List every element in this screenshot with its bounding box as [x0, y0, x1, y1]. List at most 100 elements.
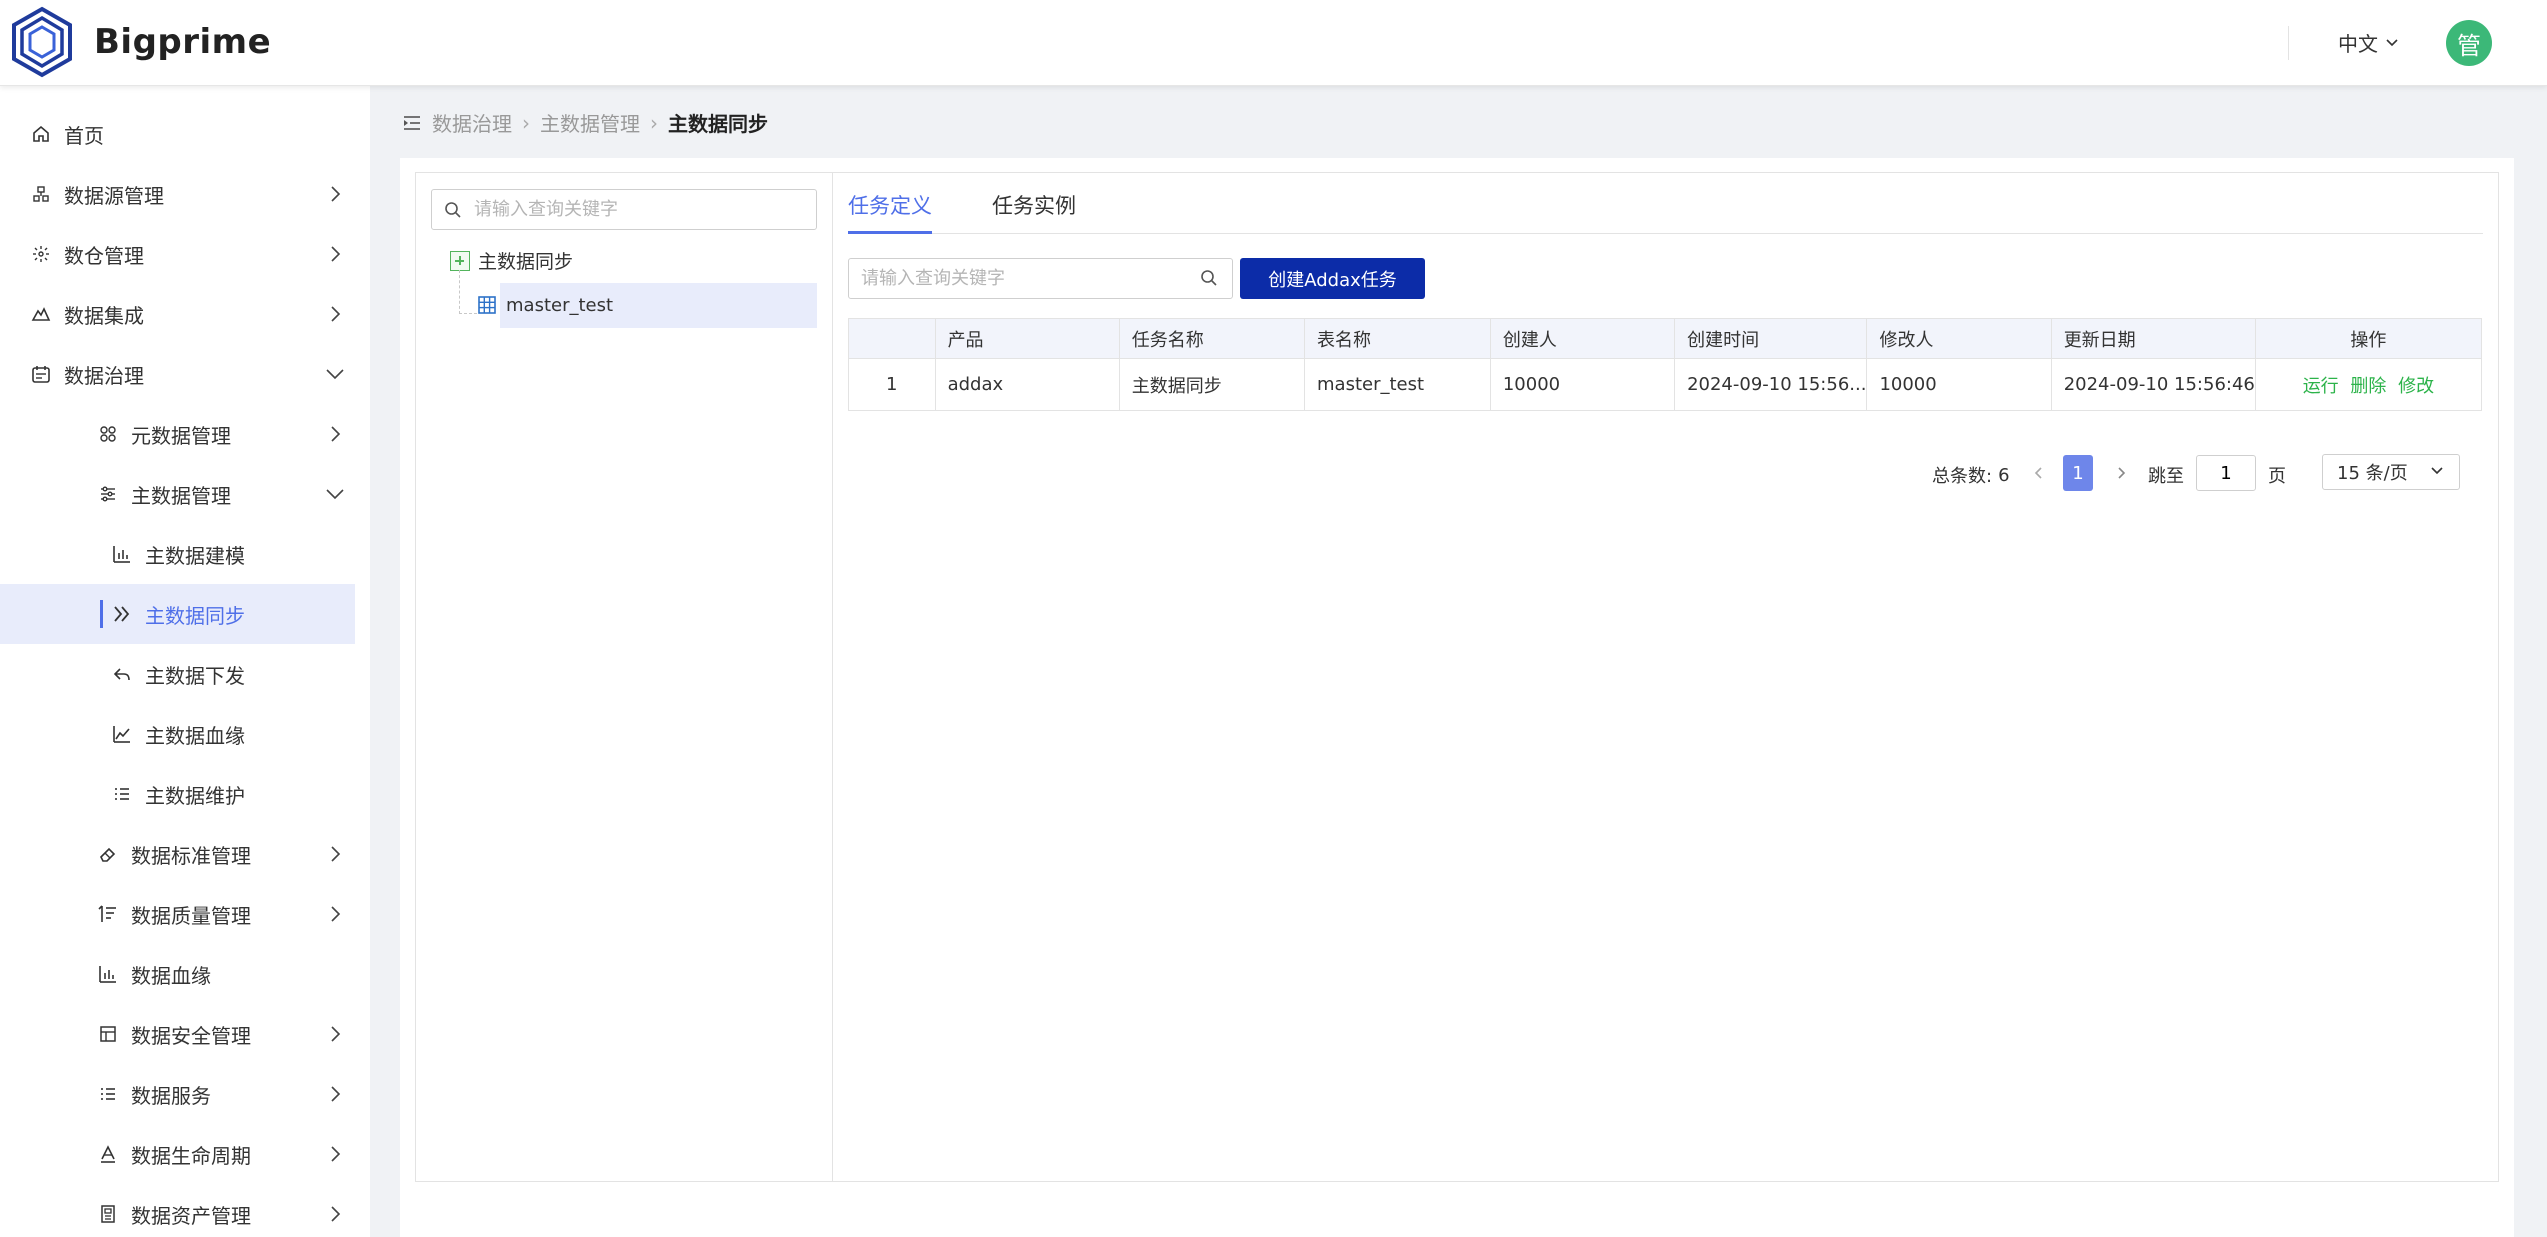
sidebar-item[interactable]: 数据生命周期	[0, 1124, 355, 1184]
tree-search-box	[431, 189, 817, 230]
task-search-box	[848, 258, 1233, 299]
avatar[interactable]: 管	[2446, 20, 2492, 66]
sidebar-item-label: 数据质量管理	[131, 903, 251, 928]
metadata-icon	[97, 423, 119, 445]
sidebar-item-label: 数据治理	[64, 363, 144, 388]
language-switch[interactable]: 中文	[2338, 28, 2400, 57]
asset-icon	[97, 1203, 119, 1225]
chevron-down-icon[interactable]	[323, 362, 347, 386]
sidebar-item-label: 数据血缘	[131, 963, 211, 988]
sidebar-item-label: 主数据管理	[131, 483, 231, 508]
sidebar-item[interactable]: 数据集成	[0, 284, 355, 344]
breadcrumb-separator-icon: ›	[522, 110, 530, 135]
sidebar-item[interactable]: 数据治理	[0, 344, 355, 404]
breadcrumb-item-master-data[interactable]: 主数据管理	[540, 108, 640, 137]
chevron-right-icon[interactable]	[323, 242, 347, 266]
list-icon	[111, 783, 133, 805]
tree-node-root[interactable]: 主数据同步	[450, 247, 573, 274]
sidebar-item[interactable]: 数据血缘	[0, 944, 355, 1004]
reply-icon	[111, 663, 133, 685]
column-header-task-name: 任务名称	[1118, 318, 1306, 359]
sidebar-item-label: 数据标准管理	[131, 843, 251, 868]
chevron-right-icon[interactable]	[323, 1022, 347, 1046]
sidebar-item-label: 数据生命周期	[131, 1143, 251, 1168]
tree-expand-icon[interactable]	[450, 250, 470, 271]
sidebar-item[interactable]: 数据资产管理	[0, 1184, 355, 1237]
sidebar-item-label: 主数据同步	[145, 603, 245, 628]
sidebar-item[interactable]: 数据源管理	[0, 164, 355, 224]
tree-search-input[interactable]	[474, 199, 794, 220]
governance-icon	[30, 363, 52, 385]
tree-node-root-label: 主数据同步	[478, 251, 574, 273]
sidebar-item[interactable]: 主数据同步	[0, 584, 355, 644]
tree-node-master-test[interactable]: master_test	[500, 283, 817, 328]
active-tab-indicator	[848, 231, 932, 234]
search-button[interactable]	[1200, 269, 1218, 291]
task-search-input[interactable]	[861, 268, 1191, 289]
page-unit-label: 页	[2268, 466, 2286, 487]
sidebar-item[interactable]: 主数据血缘	[0, 704, 355, 764]
chevron-right-icon[interactable]	[323, 1142, 347, 1166]
prev-page-icon[interactable]	[2031, 465, 2047, 481]
cell-created-at: 2024-09-10 15:56...	[1674, 358, 1868, 411]
breadcrumb-item-governance[interactable]: 数据治理	[432, 108, 512, 137]
sidebar-item-label: 主数据维护	[145, 783, 245, 808]
edit-link[interactable]: 修改	[2398, 376, 2434, 397]
integration-icon	[30, 303, 52, 325]
sidebar-item-label: 数仓管理	[64, 243, 144, 268]
chevron-right-icon[interactable]	[323, 422, 347, 446]
sidebar-item[interactable]: 主数据下发	[0, 644, 355, 704]
create-addax-task-button[interactable]: 创建Addax任务	[1240, 258, 1425, 299]
sidebar-item-label: 数据集成	[64, 303, 144, 328]
sidebar-item[interactable]: 元数据管理	[0, 404, 355, 464]
bar-chart-icon	[111, 543, 133, 565]
table-icon	[97, 1023, 119, 1045]
tab-task-instance[interactable]: 任务实例	[992, 190, 1076, 220]
chevron-right-icon[interactable]	[323, 842, 347, 866]
run-link[interactable]: 运行	[2303, 376, 2339, 397]
chevron-right-icon[interactable]	[323, 1202, 347, 1226]
active-indicator	[100, 600, 103, 628]
cell-product: addax	[934, 358, 1120, 411]
next-page-icon[interactable]	[2113, 465, 2129, 481]
chevron-right-icon[interactable]	[323, 902, 347, 926]
header-divider	[2288, 26, 2289, 60]
page-number-current[interactable]: 1	[2063, 455, 2093, 491]
menu-fold-icon[interactable]	[402, 113, 422, 133]
logo-icon	[12, 6, 72, 78]
jump-page-input[interactable]	[2196, 455, 2256, 491]
sidebar-item[interactable]: 数据安全管理	[0, 1004, 355, 1064]
sidebar-item[interactable]: 数据标准管理	[0, 824, 355, 884]
chevron-right-icon[interactable]	[323, 1082, 347, 1106]
table-icon	[478, 296, 496, 314]
sidebar-item[interactable]: 主数据维护	[0, 764, 355, 824]
bar-chart-icon	[97, 963, 119, 985]
tab-task-definition[interactable]: 任务定义	[848, 190, 932, 220]
sidebar-item-label: 数据安全管理	[131, 1023, 251, 1048]
delete-link[interactable]: 删除	[2350, 376, 2386, 397]
sliders-icon	[97, 483, 119, 505]
chevron-down-icon	[2431, 467, 2443, 475]
task-table: 产品 任务名称 表名称 创建人 创建时间 修改人 更新日期 操作 1 addax…	[848, 318, 2483, 411]
breadcrumb-current: 主数据同步	[668, 112, 768, 136]
sidebar-item[interactable]: 主数据管理	[0, 464, 355, 524]
breadcrumb: 数据治理 › 主数据管理 › 主数据同步	[402, 108, 768, 137]
sidebar-item[interactable]: 数据服务	[0, 1064, 355, 1124]
tree-connector	[459, 313, 477, 314]
jump-label: 跳至	[2148, 466, 2184, 487]
brand-name: Bigprime	[94, 22, 272, 62]
sidebar-item-label: 首页	[64, 123, 104, 148]
tree-connector	[459, 270, 460, 314]
sidebar-item[interactable]: 数据质量管理	[0, 884, 355, 944]
chevron-right-icon[interactable]	[323, 302, 347, 326]
sidebar-item[interactable]: 首页	[0, 104, 355, 164]
search-icon	[1201, 270, 1217, 286]
page-size-select[interactable]: 15 条/页	[2322, 454, 2460, 490]
sidebar-item[interactable]: 数仓管理	[0, 224, 355, 284]
chevron-right-icon[interactable]	[323, 182, 347, 206]
column-header-created-at: 创建时间	[1674, 318, 1868, 359]
brand[interactable]: Bigprime	[10, 6, 271, 78]
quality-icon	[97, 903, 119, 925]
chevron-down-icon[interactable]	[323, 482, 347, 506]
sidebar-item[interactable]: 主数据建模	[0, 524, 355, 584]
